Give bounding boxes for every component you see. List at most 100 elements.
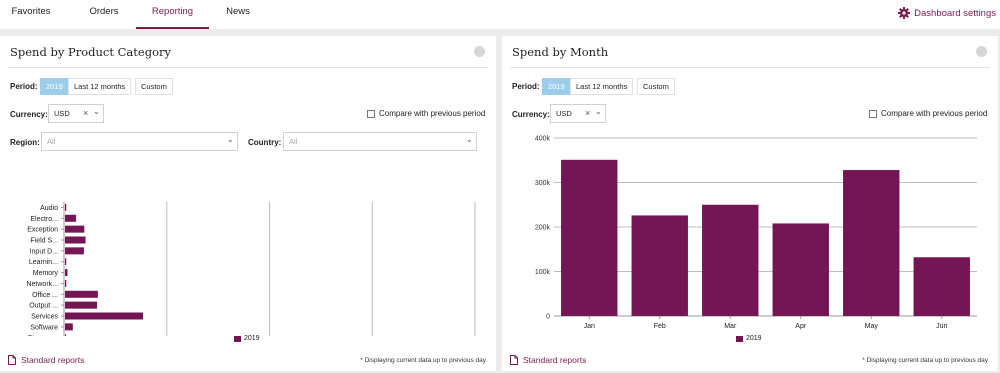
period-label: Period:: [512, 82, 540, 91]
region-placeholder: All: [47, 137, 56, 146]
currency-select[interactable]: USD × ⌄: [550, 104, 606, 123]
chevron-down-icon[interactable]: ⌄: [466, 135, 473, 144]
bar: [65, 279, 67, 287]
close-icon[interactable]: [474, 46, 485, 57]
standard-reports-link[interactable]: Standard reports: [510, 355, 586, 365]
y-tick-label: Output ...: [29, 303, 58, 310]
y-tick-label: Field S...: [30, 238, 58, 245]
close-icon[interactable]: [976, 46, 987, 57]
legend-label: 2019: [244, 335, 260, 342]
y-tick-label: 100k: [535, 269, 551, 276]
y-tick-label: Network...: [26, 281, 58, 288]
y-tick-label: Office ...: [32, 292, 58, 299]
y-tick-label: Audio: [40, 205, 58, 212]
compare-label: Compare with previous period: [881, 109, 988, 118]
bar: [65, 323, 73, 331]
currency-label: Currency:: [10, 110, 48, 119]
y-tick-label: Input D...: [30, 248, 58, 255]
period-custom-button[interactable]: Custom: [135, 78, 173, 95]
legend-swatch: [736, 335, 743, 342]
country-select[interactable]: All ⌄: [283, 132, 477, 151]
period-label: Period:: [10, 82, 38, 91]
legend-swatch: [234, 335, 241, 342]
document-icon: [8, 355, 16, 365]
tab-orders[interactable]: Orders: [80, 0, 128, 29]
x-tick-label: Apr: [795, 323, 807, 330]
dashboard-settings-label: Dashboard settings: [914, 7, 996, 19]
bar: [65, 269, 68, 277]
bar: [65, 225, 85, 233]
region-label: Region:: [10, 138, 40, 147]
y-tick-label: Services: [31, 314, 58, 321]
x-tick-label: Jan: [584, 323, 595, 330]
y-tick-label: Electro...: [30, 216, 58, 223]
bar: [913, 257, 970, 316]
bar: [65, 236, 86, 244]
currency-value: USD: [54, 109, 70, 118]
footer-note: * Displaying current data up to previous…: [862, 357, 988, 364]
bar: [65, 258, 67, 266]
category-bar-chart: 0250k500k750k1000kAudioElectro...Excepti…: [26, 202, 476, 336]
period-last12-button[interactable]: Last 12 months: [570, 78, 634, 95]
country-placeholder: All: [289, 137, 298, 146]
clear-icon[interactable]: ×: [585, 108, 590, 118]
divider: [8, 67, 488, 68]
y-tick-label: 400k: [535, 136, 551, 143]
currency-value: USD: [556, 109, 572, 118]
chevron-down-icon[interactable]: ⌄: [93, 107, 100, 116]
bar: [65, 214, 77, 222]
period-2019-button[interactable]: 2019: [40, 78, 69, 95]
x-tick-label: May: [865, 323, 879, 330]
compare-label: Compare with previous period: [379, 109, 486, 118]
bar: [65, 203, 67, 211]
bar: [65, 301, 98, 309]
x-tick-label: Jun: [936, 323, 947, 330]
chevron-down-icon[interactable]: ⌄: [227, 135, 234, 144]
tab-favorites[interactable]: Favorites: [6, 0, 56, 29]
checkbox-box[interactable]: [367, 109, 375, 118]
bar: [843, 170, 900, 316]
y-tick-label: 300k: [535, 180, 551, 187]
compare-checkbox[interactable]: Compare with previous period: [869, 109, 987, 118]
dashboard-settings-button[interactable]: Dashboard settings: [898, 5, 996, 21]
clear-icon[interactable]: ×: [83, 108, 88, 118]
tab-news[interactable]: News: [220, 0, 256, 29]
compare-checkbox[interactable]: Compare with previous period: [367, 109, 485, 118]
bar: [631, 215, 688, 316]
panel-title: Spend by Month: [512, 45, 609, 59]
period-2019-button[interactable]: 2019: [542, 78, 571, 95]
month-bar-chart: 0 100k 200k 300k 400k Jan Feb Mar Apr May Jun: [535, 136, 977, 330]
y-tick-label: Memory: [33, 270, 59, 277]
bar: [561, 159, 618, 316]
period-last12-button[interactable]: Last 12 months: [68, 78, 132, 95]
region-select[interactable]: All ⌄: [41, 132, 238, 151]
checkbox-box[interactable]: [869, 109, 877, 118]
standard-reports-link[interactable]: Standard reports: [8, 355, 84, 365]
divider: [510, 67, 990, 68]
tab-reporting[interactable]: Reporting: [136, 0, 209, 29]
standard-reports-label: Standard reports: [523, 355, 587, 365]
currency-label: Currency:: [512, 110, 550, 119]
footer-note: * Displaying current data up to previous…: [360, 357, 486, 364]
chevron-down-icon[interactable]: ⌄: [595, 107, 602, 116]
gear-icon: [898, 7, 911, 19]
bar: [65, 334, 66, 336]
document-icon: [510, 355, 518, 365]
y-tick-label: Software: [30, 324, 58, 331]
y-tick-label: Storage...: [28, 335, 58, 336]
standard-reports-label: Standard reports: [21, 355, 85, 365]
y-tick-label: Learnin...: [29, 259, 58, 266]
currency-select[interactable]: USD × ⌄: [48, 104, 104, 123]
panel-title: Spend by Product Category: [10, 45, 171, 59]
legend: 2019: [736, 335, 762, 342]
period-custom-button[interactable]: Custom: [637, 78, 675, 95]
bar: [65, 247, 84, 255]
legend-label: 2019: [746, 335, 762, 342]
top-navigation: Favorites Orders Reporting News Dashboar…: [0, 0, 1000, 29]
spend-by-month-panel: Spend by Month Period: 2019 Last 12 mont…: [502, 36, 998, 371]
y-tick-label: Exception: [27, 227, 58, 234]
country-label: Country:: [248, 138, 282, 147]
x-tick-label: Mar: [724, 323, 737, 330]
y-tick-label: 200k: [535, 225, 551, 232]
bar: [65, 290, 98, 298]
